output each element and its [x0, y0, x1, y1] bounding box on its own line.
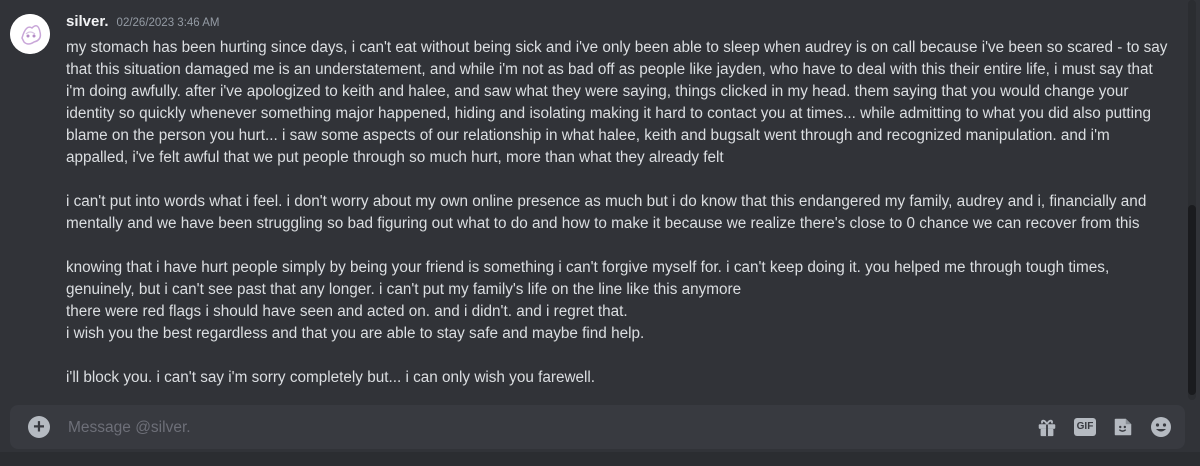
composer-tools: GIF [1035, 415, 1173, 439]
add-icon[interactable]: + [28, 416, 50, 438]
gif-icon[interactable]: GIF [1073, 415, 1097, 439]
gif-label: GIF [1073, 418, 1097, 436]
message-paragraph: my stomach has been hurting since days, … [66, 39, 1172, 166]
message-paragraph [66, 169, 1176, 191]
message-header: silver. 02/26/2023 3:46 AM [66, 13, 220, 30]
message-content: my stomach has been hurting since days, … [66, 37, 1176, 389]
sticker-icon[interactable] [1111, 415, 1135, 439]
message-paragraph: i'll block you. i can't say i'm sorry co… [66, 369, 596, 386]
message-input[interactable] [66, 405, 970, 451]
message-paragraph: i can't put into words what i feel. i do… [66, 193, 1151, 232]
avatar[interactable] [10, 14, 50, 54]
message-composer: + GIF [10, 405, 1185, 451]
horizontal-scrollbar [0, 452, 1200, 466]
timestamp: 02/26/2023 3:46 AM [116, 17, 220, 29]
message-paragraph [66, 235, 1176, 257]
scrollbar-thumb[interactable] [1188, 205, 1196, 395]
emoji-icon[interactable] [1149, 415, 1173, 439]
message-group: silver. 02/26/2023 3:46 AM my stomach ha… [0, 0, 1184, 400]
message-paragraph: knowing that i have hurt people simply b… [66, 259, 1110, 342]
gift-icon[interactable] [1035, 415, 1059, 439]
message-paragraph [66, 345, 1176, 367]
username[interactable]: silver. [66, 13, 109, 30]
